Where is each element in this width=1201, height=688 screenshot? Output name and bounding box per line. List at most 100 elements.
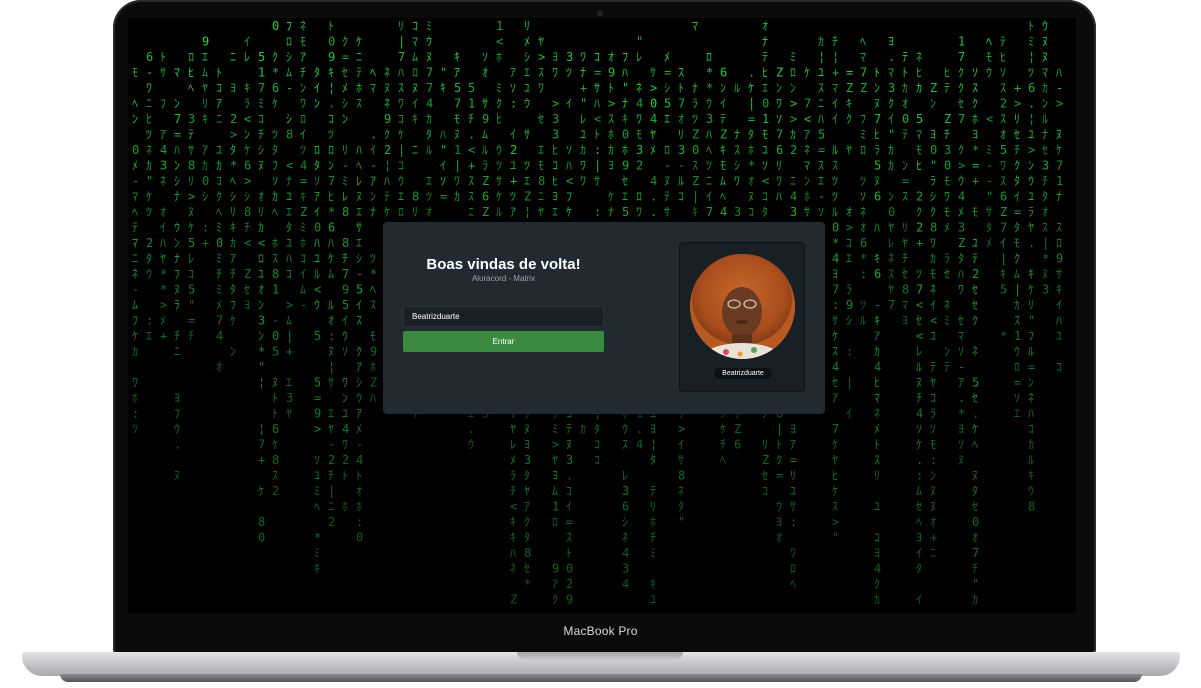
matrix-glyph: 0 [972, 515, 979, 529]
matrix-glyph: - [272, 314, 279, 328]
matrix-glyph: 5 [188, 236, 195, 250]
matrix-glyph: ﾘ [790, 469, 796, 483]
matrix-glyph: ﾀ [314, 66, 320, 80]
matrix-glyph: 6 [1000, 190, 1007, 204]
matrix-glyph: ｹ [244, 143, 250, 157]
matrix-glyph: 9 [314, 407, 321, 421]
matrix-glyph: ﾒ [958, 205, 964, 219]
matrix-glyph: ﾇ [748, 190, 754, 204]
matrix-glyph: ｹ [720, 422, 726, 436]
matrix-glyph: ﾈ [888, 252, 894, 266]
matrix-glyph: ｷ [510, 531, 516, 545]
matrix-glyph: ｴ [202, 50, 208, 64]
matrix-glyph: " [636, 35, 643, 49]
matrix-glyph: 7 [328, 174, 335, 188]
matrix-glyph: ﾇ [972, 469, 978, 483]
matrix-glyph: ¦ [258, 422, 265, 436]
matrix-glyph: ｸ [972, 314, 978, 328]
username-input[interactable] [403, 306, 604, 327]
matrix-glyph: 0 [944, 159, 951, 173]
matrix-glyph: ｸ [1014, 159, 1020, 173]
matrix-glyph: * [160, 283, 167, 297]
matrix-glyph: ｳ [524, 97, 530, 111]
matrix-glyph: ｽ [356, 314, 362, 328]
matrix-glyph: 2 [272, 484, 279, 498]
matrix-glyph: ｺ [328, 112, 334, 126]
matrix-glyph: | [748, 97, 755, 111]
matrix-glyph: . [636, 422, 643, 436]
matrix-glyph: ﾒ [664, 50, 670, 64]
matrix-glyph: 8 [902, 283, 909, 297]
matrix-glyph: | [398, 35, 405, 49]
matrix-glyph: ｴ [286, 205, 292, 219]
matrix-glyph: ﾙ [482, 143, 488, 157]
matrix-glyph: 5 [454, 81, 461, 95]
matrix-glyph: ﾈ [510, 562, 516, 576]
matrix-glyph: ﾎ [608, 128, 614, 142]
matrix-glyph: ﾂ [132, 422, 138, 436]
matrix-glyph: ﾐ [216, 252, 222, 266]
matrix-glyph: ﾄ [272, 407, 278, 421]
matrix-glyph: ｷ [412, 112, 418, 126]
matrix-glyph: ﾃ [720, 112, 726, 126]
matrix-glyph: 5 [622, 205, 629, 219]
matrix-glyph: ﾋ [762, 66, 768, 80]
matrix-glyph: ｵ [776, 531, 782, 545]
matrix-glyph: ﾖ [790, 422, 796, 436]
matrix-glyph: ｵ [762, 19, 768, 33]
submit-button[interactable]: Entrar [403, 331, 604, 352]
matrix-glyph: ｼ [664, 81, 670, 95]
matrix-glyph: ｷ [230, 221, 236, 235]
matrix-glyph: 1 [454, 143, 461, 157]
matrix-glyph: ｷ [874, 314, 880, 328]
matrix-glyph: ﾈ [804, 143, 810, 157]
matrix-glyph: ﾐ [314, 546, 320, 560]
matrix-glyph: ｾ [1014, 128, 1020, 142]
matrix-glyph: ﾕ [930, 329, 936, 343]
matrix-glyph: = [566, 515, 573, 529]
matrix-glyph: 3 [944, 143, 951, 157]
matrix-glyph: ﾄ [594, 128, 600, 142]
matrix-glyph: 9 [608, 66, 615, 80]
matrix-glyph: ｿ [314, 174, 320, 188]
matrix-glyph: ﾐ [790, 50, 796, 64]
laptop-notch [517, 652, 683, 660]
matrix-glyph: ｼ [342, 97, 348, 111]
matrix-glyph: 2 [566, 577, 573, 591]
matrix-glyph: ¦ [1028, 112, 1035, 126]
matrix-glyph: ｶ [1014, 298, 1020, 312]
matrix-glyph: 6 [874, 190, 881, 204]
matrix-glyph: ﾌ [132, 314, 138, 328]
matrix-glyph: 8 [272, 453, 279, 467]
matrix-glyph: ｵ [678, 112, 684, 126]
matrix-glyph: ﾊ [1056, 66, 1062, 80]
matrix-glyph: ﾄ [342, 469, 348, 483]
matrix-glyph: ｽ [734, 143, 740, 157]
matrix-glyph: ﾏ [370, 81, 376, 95]
matrix-glyph: ﾗ [482, 159, 488, 173]
matrix-glyph: ﾅ [622, 97, 628, 111]
matrix-glyph: 0 [272, 329, 279, 343]
matrix-glyph: Z [482, 174, 489, 188]
matrix-glyph: ﾇ [188, 205, 194, 219]
matrix-glyph: ﾆ [412, 143, 418, 157]
matrix-glyph: 6 [272, 422, 279, 436]
matrix-glyph: ﾘ [202, 97, 208, 111]
matrix-glyph: 2 [790, 143, 797, 157]
matrix-glyph: ｲ [1056, 298, 1062, 312]
matrix-glyph: = [664, 66, 671, 80]
matrix-glyph: < [916, 298, 923, 312]
matrix-glyph: ｷ [874, 252, 880, 266]
matrix-glyph: ｸ [272, 50, 278, 64]
matrix-glyph: ｲ [1014, 190, 1020, 204]
matrix-glyph: ﾓ [972, 205, 978, 219]
matrix-glyph: . [748, 66, 755, 80]
matrix-glyph: ｷ [454, 50, 460, 64]
matrix-glyph: ｵ [160, 205, 166, 219]
matrix-glyph: ﾂ [272, 128, 278, 142]
matrix-glyph: ﾒ [874, 422, 880, 436]
matrix-glyph: ﾈ [300, 19, 306, 33]
matrix-glyph: ｼ [846, 314, 852, 328]
matrix-glyph: * [748, 159, 755, 173]
matrix-glyph: ﾝ [132, 112, 138, 126]
